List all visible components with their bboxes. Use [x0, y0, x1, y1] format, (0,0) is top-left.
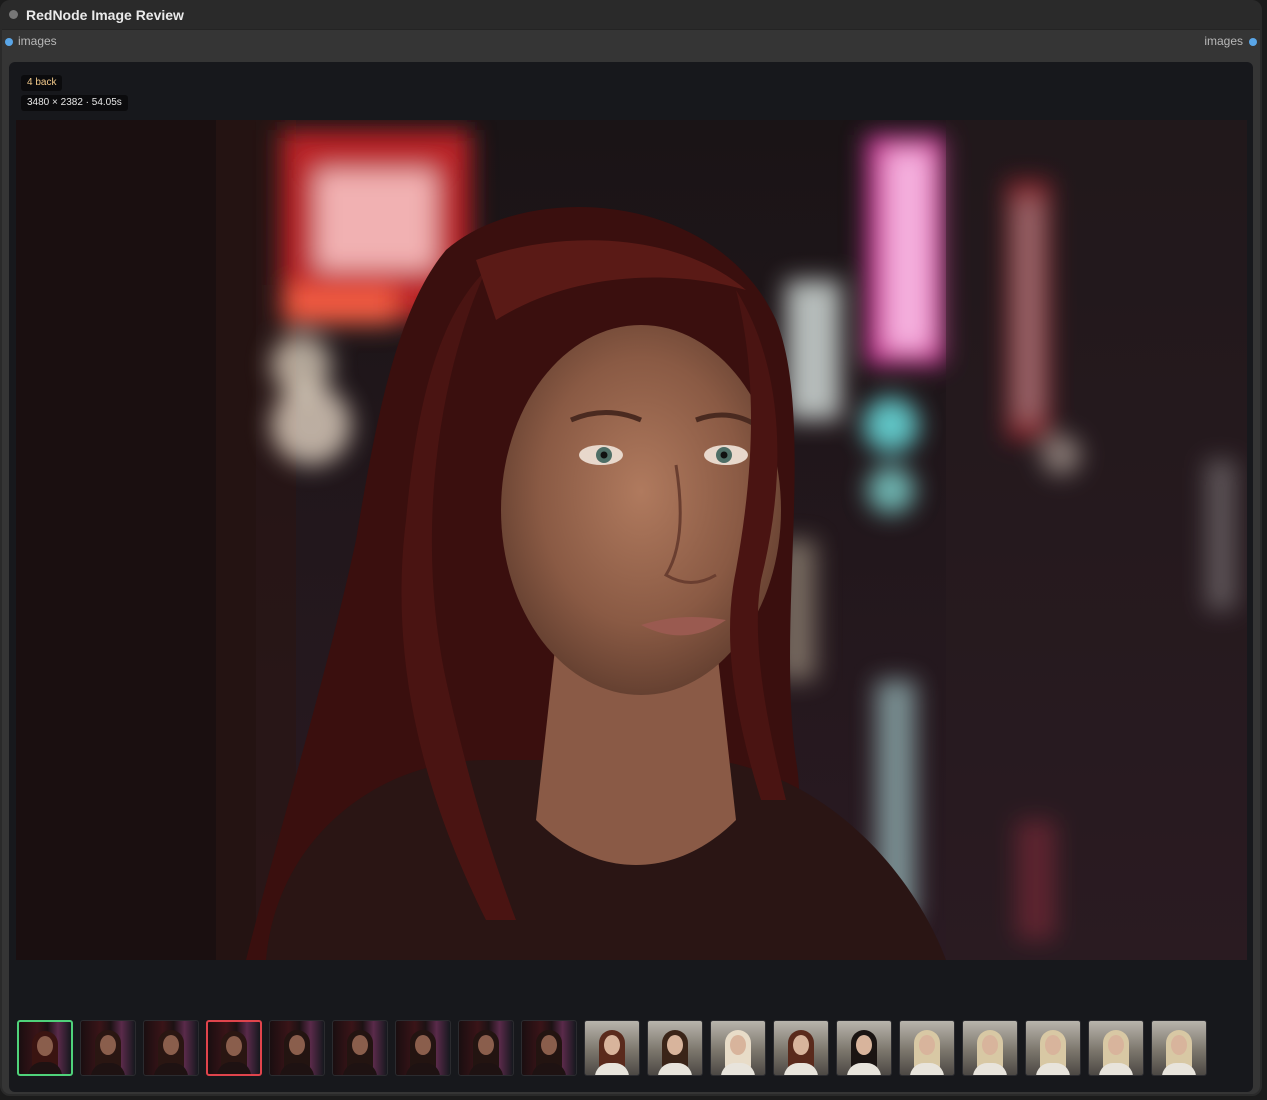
input-slot-dot-icon[interactable]: [5, 38, 13, 46]
thumbnail-6[interactable]: [332, 1020, 388, 1076]
thumbnail-face: [163, 1035, 179, 1055]
thumbnail-strip: [17, 1020, 1253, 1080]
thumbnail-face: [415, 1035, 431, 1055]
thumbnail-11[interactable]: [647, 1020, 703, 1076]
image-meta-badge: 3480 × 2382 · 54.05s: [21, 95, 128, 111]
review-panel: 4 back 3480 × 2382 · 54.05s: [9, 62, 1253, 1092]
thumbnail-face: [919, 1035, 935, 1055]
thumbnail-12[interactable]: [710, 1020, 766, 1076]
thumbnail-face: [730, 1035, 746, 1055]
thumbnail-face: [478, 1035, 494, 1055]
thumbnail-17[interactable]: [1025, 1020, 1081, 1076]
thumbnail-7[interactable]: [395, 1020, 451, 1076]
thumbnail-4[interactable]: [206, 1020, 262, 1076]
main-image-viewer[interactable]: [16, 120, 1247, 960]
thumbnail-5[interactable]: [269, 1020, 325, 1076]
thumbnail-3[interactable]: [143, 1020, 199, 1076]
thumbnail-18[interactable]: [1088, 1020, 1144, 1076]
thumbnail-face: [856, 1035, 872, 1055]
output-slot-dot-icon[interactable]: [1249, 38, 1257, 46]
thumbnail-face: [667, 1035, 683, 1055]
thumbnail-14[interactable]: [836, 1020, 892, 1076]
node-title: RedNode Image Review: [26, 7, 184, 23]
back-badge[interactable]: 4 back: [21, 75, 63, 91]
output-slot-label: images: [1204, 34, 1243, 48]
thumbnail-13[interactable]: [773, 1020, 829, 1076]
thumbnail-16[interactable]: [962, 1020, 1018, 1076]
thumbnail-face: [541, 1035, 557, 1055]
collapse-dot-icon[interactable]: [9, 10, 18, 19]
node-titlebar[interactable]: RedNode Image Review: [2, 2, 1260, 30]
thumbnail-face: [37, 1036, 53, 1056]
thumbnail-face: [352, 1035, 368, 1055]
thumbnail-1[interactable]: [17, 1020, 73, 1076]
thumbnail-10[interactable]: [584, 1020, 640, 1076]
thumbnail-8[interactable]: [458, 1020, 514, 1076]
thumbnail-face: [604, 1035, 620, 1055]
node-slots: images images: [2, 31, 1260, 53]
thumbnail-face: [289, 1035, 305, 1055]
thumbnail-face: [226, 1036, 242, 1056]
thumbnail-2[interactable]: [80, 1020, 136, 1076]
input-slot-label: images: [18, 34, 57, 48]
thumbnail-face: [1171, 1035, 1187, 1055]
image-review-node[interactable]: RedNode Image Review images images 4 bac…: [0, 0, 1262, 1096]
thumbnail-face: [1045, 1035, 1061, 1055]
thumbnail-19[interactable]: [1151, 1020, 1207, 1076]
thumbnail-face: [1108, 1035, 1124, 1055]
thumbnail-face: [982, 1035, 998, 1055]
thumbnail-face: [100, 1035, 116, 1055]
thumbnail-15[interactable]: [899, 1020, 955, 1076]
thumbnail-face: [793, 1035, 809, 1055]
portrait-photo-icon: [16, 120, 1247, 960]
thumbnail-9[interactable]: [521, 1020, 577, 1076]
